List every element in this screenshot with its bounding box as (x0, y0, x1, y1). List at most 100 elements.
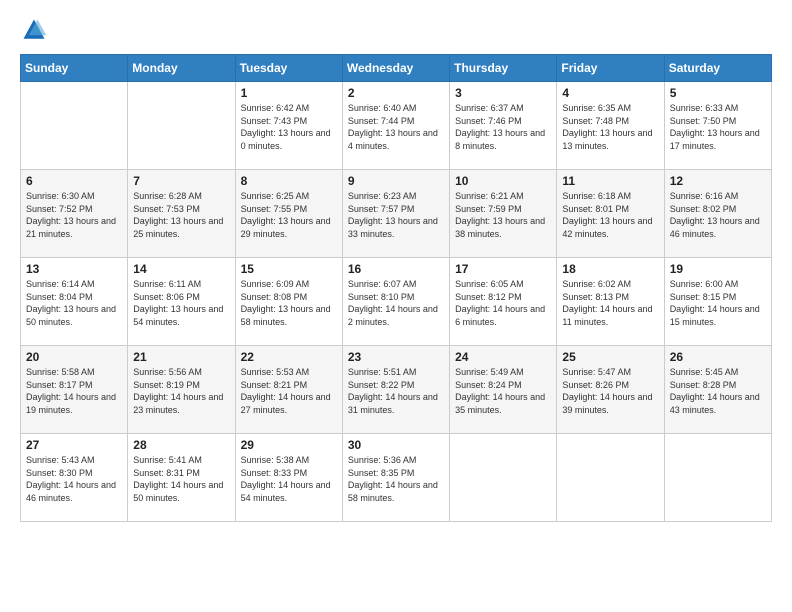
day-number: 22 (241, 350, 337, 364)
day-number: 25 (562, 350, 658, 364)
day-number: 30 (348, 438, 444, 452)
weekday-header-tuesday: Tuesday (235, 55, 342, 82)
day-info: Sunrise: 6:02 AM Sunset: 8:13 PM Dayligh… (562, 278, 658, 328)
calendar-cell: 23Sunrise: 5:51 AM Sunset: 8:22 PM Dayli… (342, 346, 449, 434)
calendar-cell: 26 Sunrise: 5:45 AM Sunset: 8:28 PM Dayli… (664, 346, 771, 434)
day-info: Sunrise: 6:09 AM Sunset: 8:08 PM Dayligh… (241, 278, 337, 328)
calendar-cell: 1 Sunrise: 6:42 AM Sunset: 7:43 PM Daylig… (235, 82, 342, 170)
day-info: Sunrise: 5:56 AM Sunset: 8:19 PM Dayligh… (133, 366, 229, 416)
day-number: 2 (348, 86, 444, 100)
calendar-cell: 10 Sunrise: 6:21 AM Sunset: 7:59 PM Dayli… (450, 170, 557, 258)
calendar-cell: 12 Sunrise: 6:16 AM Sunset: 8:02 PM Dayli… (664, 170, 771, 258)
day-number: 17 (455, 262, 551, 276)
day-number: 21 (133, 350, 229, 364)
calendar-cell: 7 Sunrise: 6:28 AM Sunset: 7:53 PM Daylig… (128, 170, 235, 258)
day-number: 24 (455, 350, 551, 364)
calendar-cell (128, 82, 235, 170)
day-number: 8 (241, 174, 337, 188)
day-info: Sunrise: 5:38 AM Sunset: 8:33 PM Dayligh… (241, 454, 337, 504)
calendar-week-3: 13Sunrise: 6:14 AM Sunset: 8:04 PM Dayli… (21, 258, 772, 346)
calendar-cell: 21 Sunrise: 5:56 AM Sunset: 8:19 PM Dayli… (128, 346, 235, 434)
weekday-header-sunday: Sunday (21, 55, 128, 82)
day-info: Sunrise: 5:45 AM Sunset: 8:28 PM Dayligh… (670, 366, 766, 416)
calendar-cell: 29 Sunrise: 5:38 AM Sunset: 8:33 PM Dayli… (235, 434, 342, 522)
day-number: 4 (562, 86, 658, 100)
page: SundayMondayTuesdayWednesdayThursdayFrid… (0, 0, 792, 612)
calendar-week-2: 6Sunrise: 6:30 AM Sunset: 7:52 PM Daylig… (21, 170, 772, 258)
calendar-cell: 17Sunrise: 6:05 AM Sunset: 8:12 PM Dayli… (450, 258, 557, 346)
day-number: 9 (348, 174, 444, 188)
day-number: 11 (562, 174, 658, 188)
day-number: 20 (26, 350, 122, 364)
weekday-header-friday: Friday (557, 55, 664, 82)
logo-icon (20, 16, 48, 44)
weekday-header-saturday: Saturday (664, 55, 771, 82)
day-info: Sunrise: 5:41 AM Sunset: 8:31 PM Dayligh… (133, 454, 229, 504)
calendar-cell: 6Sunrise: 6:30 AM Sunset: 7:52 PM Daylig… (21, 170, 128, 258)
calendar-cell (557, 434, 664, 522)
day-info: Sunrise: 6:28 AM Sunset: 7:53 PM Dayligh… (133, 190, 229, 240)
calendar-cell (450, 434, 557, 522)
day-info: Sunrise: 6:37 AM Sunset: 7:46 PM Dayligh… (455, 102, 551, 152)
calendar-cell: 20 Sunrise: 5:58 AM Sunset: 8:17 PM Dayli… (21, 346, 128, 434)
calendar-cell: 25Sunrise: 5:47 AM Sunset: 8:26 PM Dayli… (557, 346, 664, 434)
day-info: Sunrise: 6:42 AM Sunset: 7:43 PM Dayligh… (241, 102, 337, 152)
day-number: 15 (241, 262, 337, 276)
day-info: Sunrise: 6:33 AM Sunset: 7:50 PM Dayligh… (670, 102, 766, 152)
day-info: Sunrise: 6:00 AM Sunset: 8:15 PM Dayligh… (670, 278, 766, 328)
calendar-cell: 28 Sunrise: 5:41 AM Sunset: 8:31 PM Dayli… (128, 434, 235, 522)
calendar-cell: 22Sunrise: 5:53 AM Sunset: 8:21 PM Dayli… (235, 346, 342, 434)
calendar-cell: 13Sunrise: 6:14 AM Sunset: 8:04 PM Dayli… (21, 258, 128, 346)
day-info: Sunrise: 6:11 AM Sunset: 8:06 PM Dayligh… (133, 278, 229, 328)
day-number: 10 (455, 174, 551, 188)
calendar-cell: 30 Sunrise: 5:36 AM Sunset: 8:35 PM Dayli… (342, 434, 449, 522)
day-number: 18 (562, 262, 658, 276)
calendar-cell: 11 Sunrise: 6:18 AM Sunset: 8:01 PM Dayli… (557, 170, 664, 258)
day-info: Sunrise: 6:25 AM Sunset: 7:55 PM Dayligh… (241, 190, 337, 240)
day-info: Sunrise: 6:40 AM Sunset: 7:44 PM Dayligh… (348, 102, 444, 152)
calendar-cell: 2 Sunrise: 6:40 AM Sunset: 7:44 PM Daylig… (342, 82, 449, 170)
calendar-cell (21, 82, 128, 170)
day-info: Sunrise: 6:07 AM Sunset: 8:10 PM Dayligh… (348, 278, 444, 328)
day-info: Sunrise: 5:36 AM Sunset: 8:35 PM Dayligh… (348, 454, 444, 504)
day-info: Sunrise: 6:35 AM Sunset: 7:48 PM Dayligh… (562, 102, 658, 152)
calendar-cell: 16Sunrise: 6:07 AM Sunset: 8:10 PM Dayli… (342, 258, 449, 346)
day-number: 1 (241, 86, 337, 100)
calendar-week-5: 27 Sunrise: 5:43 AM Sunset: 8:30 PM Dayli… (21, 434, 772, 522)
day-number: 29 (241, 438, 337, 452)
calendar-cell: 18 Sunrise: 6:02 AM Sunset: 8:13 PM Dayli… (557, 258, 664, 346)
day-info: Sunrise: 5:49 AM Sunset: 8:24 PM Dayligh… (455, 366, 551, 416)
day-number: 23 (348, 350, 444, 364)
calendar-cell: 8 Sunrise: 6:25 AM Sunset: 7:55 PM Daylig… (235, 170, 342, 258)
day-number: 28 (133, 438, 229, 452)
calendar-cell: 5Sunrise: 6:33 AM Sunset: 7:50 PM Daylig… (664, 82, 771, 170)
day-number: 26 (670, 350, 766, 364)
day-info: Sunrise: 6:21 AM Sunset: 7:59 PM Dayligh… (455, 190, 551, 240)
day-info: Sunrise: 5:58 AM Sunset: 8:17 PM Dayligh… (26, 366, 122, 416)
day-number: 27 (26, 438, 122, 452)
weekday-header-monday: Monday (128, 55, 235, 82)
day-number: 14 (133, 262, 229, 276)
day-number: 7 (133, 174, 229, 188)
day-number: 6 (26, 174, 122, 188)
calendar-week-4: 20 Sunrise: 5:58 AM Sunset: 8:17 PM Dayli… (21, 346, 772, 434)
day-number: 3 (455, 86, 551, 100)
calendar-cell: 19Sunrise: 6:00 AM Sunset: 8:15 PM Dayli… (664, 258, 771, 346)
calendar-cell: 14 Sunrise: 6:11 AM Sunset: 8:06 PM Dayli… (128, 258, 235, 346)
calendar-cell: 15 Sunrise: 6:09 AM Sunset: 8:08 PM Dayli… (235, 258, 342, 346)
calendar-cell: 4 Sunrise: 6:35 AM Sunset: 7:48 PM Daylig… (557, 82, 664, 170)
weekday-header-row: SundayMondayTuesdayWednesdayThursdayFrid… (21, 55, 772, 82)
calendar-week-1: 1 Sunrise: 6:42 AM Sunset: 7:43 PM Daylig… (21, 82, 772, 170)
calendar-cell: 9Sunrise: 6:23 AM Sunset: 7:57 PM Daylig… (342, 170, 449, 258)
calendar-cell: 24 Sunrise: 5:49 AM Sunset: 8:24 PM Dayli… (450, 346, 557, 434)
weekday-header-wednesday: Wednesday (342, 55, 449, 82)
calendar-cell (664, 434, 771, 522)
day-info: Sunrise: 6:16 AM Sunset: 8:02 PM Dayligh… (670, 190, 766, 240)
day-number: 12 (670, 174, 766, 188)
day-info: Sunrise: 6:14 AM Sunset: 8:04 PM Dayligh… (26, 278, 122, 328)
header (20, 16, 772, 44)
calendar-cell: 27 Sunrise: 5:43 AM Sunset: 8:30 PM Dayli… (21, 434, 128, 522)
weekday-header-thursday: Thursday (450, 55, 557, 82)
day-info: Sunrise: 5:43 AM Sunset: 8:30 PM Dayligh… (26, 454, 122, 504)
day-info: Sunrise: 6:18 AM Sunset: 8:01 PM Dayligh… (562, 190, 658, 240)
